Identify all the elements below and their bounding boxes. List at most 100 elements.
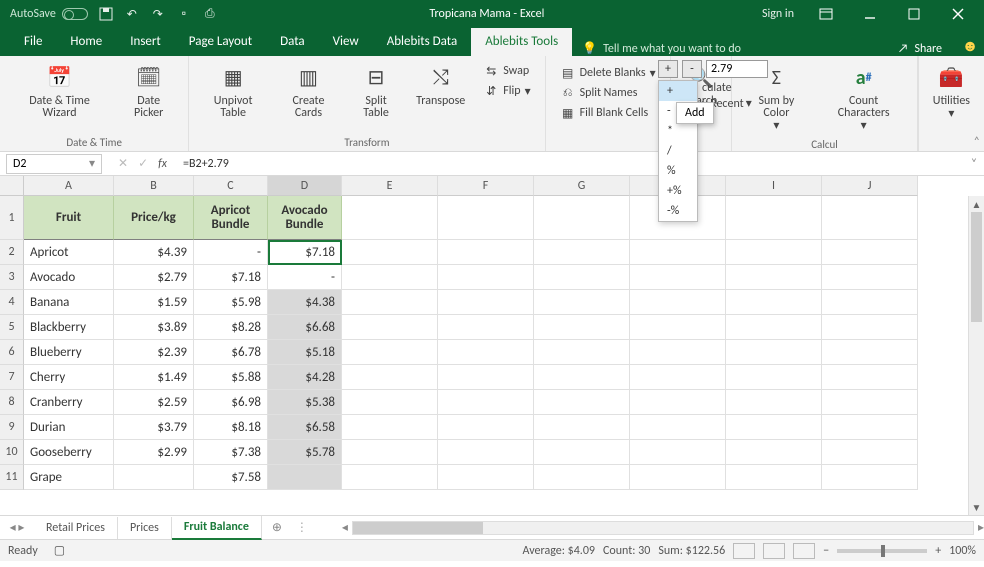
- cell[interactable]: [630, 390, 726, 415]
- swap-button[interactable]: ⇆Swap: [479, 62, 534, 80]
- row-header[interactable]: 4: [0, 290, 24, 315]
- col-header[interactable]: G: [534, 176, 630, 196]
- menu-item-div[interactable]: /: [659, 141, 697, 161]
- cell[interactable]: [534, 465, 630, 490]
- cell[interactable]: [822, 365, 918, 390]
- cancel-formula-icon[interactable]: ✕: [118, 156, 128, 171]
- tab-ablebits-data[interactable]: Ablebits Data: [373, 28, 472, 56]
- menu-item-plus[interactable]: +: [659, 81, 697, 101]
- save-button[interactable]: [94, 2, 118, 26]
- collapse-ribbon-button[interactable]: ˄: [974, 135, 980, 149]
- tab-split-handle[interactable]: ⋮: [292, 520, 312, 535]
- col-header[interactable]: F: [438, 176, 534, 196]
- flip-button[interactable]: ⇵Flip ▾: [479, 82, 534, 100]
- cell[interactable]: Gooseberry: [24, 440, 114, 465]
- cell[interactable]: [630, 315, 726, 340]
- transpose-button[interactable]: ⤭Transpose: [412, 60, 469, 121]
- cell[interactable]: [342, 240, 438, 265]
- touch-mode-button[interactable]: ⎙: [198, 2, 222, 26]
- split-names-button[interactable]: ⎌Split Names: [556, 84, 660, 102]
- cell[interactable]: [630, 340, 726, 365]
- view-page-layout-button[interactable]: [763, 543, 785, 559]
- cell[interactable]: Grape: [24, 465, 114, 490]
- zoom-slider[interactable]: [837, 549, 927, 553]
- cell[interactable]: [0, 176, 24, 196]
- formula-bar[interactable]: =B2+2.79: [177, 157, 964, 171]
- new-button[interactable]: ▫: [172, 2, 196, 26]
- tab-ablebits-tools[interactable]: Ablebits Tools: [471, 28, 572, 56]
- cell[interactable]: $7.38: [194, 440, 268, 465]
- cell[interactable]: [726, 390, 822, 415]
- scroll-down-button[interactable]: ▼: [969, 499, 984, 515]
- row-header[interactable]: 9: [0, 415, 24, 440]
- cell[interactable]: $5.98: [194, 290, 268, 315]
- cell[interactable]: [342, 340, 438, 365]
- cell[interactable]: $1.49: [114, 365, 194, 390]
- cell[interactable]: $7.18: [268, 240, 342, 265]
- feedback-smiley-icon[interactable]: ☻: [956, 37, 984, 56]
- zoom-out-button[interactable]: −: [823, 544, 829, 558]
- table-header[interactable]: Avocado Bundle: [268, 196, 342, 240]
- calc-op-dropdown[interactable]: -: [682, 60, 702, 78]
- col-header[interactable]: A: [24, 176, 114, 196]
- zoom-in-button[interactable]: +: [935, 544, 941, 558]
- cell[interactable]: $6.58: [268, 415, 342, 440]
- row-header[interactable]: 8: [0, 390, 24, 415]
- cell[interactable]: $5.18: [268, 340, 342, 365]
- close-button[interactable]: [936, 0, 980, 28]
- cell[interactable]: [726, 240, 822, 265]
- sheet-tab-prices[interactable]: Prices: [118, 517, 172, 539]
- cell[interactable]: Cranberry: [24, 390, 114, 415]
- unpivot-button[interactable]: ▦Unpivot Table: [199, 60, 267, 121]
- cell[interactable]: [822, 440, 918, 465]
- cell[interactable]: Avocado: [24, 265, 114, 290]
- cell[interactable]: [438, 440, 534, 465]
- tab-home[interactable]: Home: [56, 28, 116, 56]
- view-page-break-button[interactable]: [793, 543, 815, 559]
- cell[interactable]: [534, 390, 630, 415]
- cell[interactable]: [822, 290, 918, 315]
- col-header[interactable]: D: [268, 176, 342, 196]
- cell[interactable]: [438, 265, 534, 290]
- table-header[interactable]: Price/kg: [114, 196, 194, 240]
- cell[interactable]: [630, 290, 726, 315]
- cell[interactable]: [822, 340, 918, 365]
- cell[interactable]: [342, 415, 438, 440]
- cell[interactable]: [438, 340, 534, 365]
- create-cards-button[interactable]: ▥Create Cards: [277, 60, 340, 121]
- cell[interactable]: [342, 315, 438, 340]
- cell[interactable]: $1.59: [114, 290, 194, 315]
- row-header[interactable]: 11: [0, 465, 24, 490]
- cell[interactable]: [822, 265, 918, 290]
- cell[interactable]: [726, 290, 822, 315]
- cell[interactable]: [438, 365, 534, 390]
- undo-button[interactable]: ↶: [120, 2, 144, 26]
- cell[interactable]: [342, 365, 438, 390]
- horizontal-scrollbar[interactable]: ◂ ▸: [312, 520, 984, 535]
- cell[interactable]: Banana: [24, 290, 114, 315]
- cell[interactable]: $6.78: [194, 340, 268, 365]
- redo-button[interactable]: ↷: [146, 2, 170, 26]
- cell[interactable]: $2.79: [114, 265, 194, 290]
- col-header[interactable]: B: [114, 176, 194, 196]
- cell[interactable]: [534, 265, 630, 290]
- ribbon-display-button[interactable]: [804, 0, 848, 28]
- cell[interactable]: $6.98: [194, 390, 268, 415]
- cell[interactable]: [342, 465, 438, 490]
- cell[interactable]: [726, 265, 822, 290]
- row-header[interactable]: 10: [0, 440, 24, 465]
- split-table-button[interactable]: ⊟Split Table: [350, 60, 402, 121]
- cell[interactable]: [438, 390, 534, 415]
- cell[interactable]: -: [268, 265, 342, 290]
- cell[interactable]: [342, 440, 438, 465]
- zoom-knob[interactable]: [881, 545, 885, 557]
- cell[interactable]: $3.79: [114, 415, 194, 440]
- tab-page-layout[interactable]: Page Layout: [175, 28, 266, 56]
- sheet-tab-fruit-balance[interactable]: Fruit Balance: [172, 516, 262, 540]
- maximize-button[interactable]: [892, 0, 936, 28]
- row-header[interactable]: 7: [0, 365, 24, 390]
- table-header[interactable]: Apricot Bundle: [194, 196, 268, 240]
- add-sheet-button[interactable]: ⊕: [262, 520, 292, 535]
- cell[interactable]: $2.99: [114, 440, 194, 465]
- row-header[interactable]: 5: [0, 315, 24, 340]
